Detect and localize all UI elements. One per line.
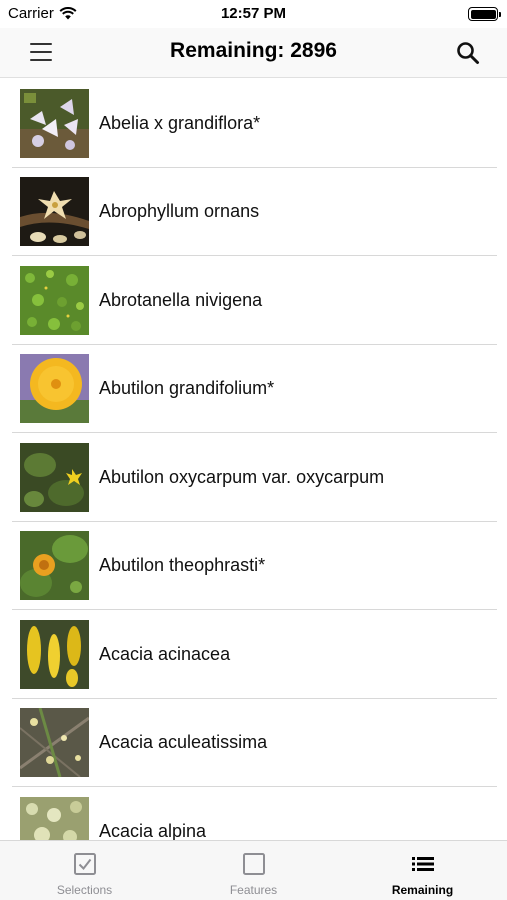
checkbox-empty-icon <box>242 853 265 875</box>
tab-features[interactable]: Features <box>169 841 338 900</box>
plant-thumbnail <box>20 177 89 247</box>
plant-thumbnail <box>20 442 89 512</box>
plant-thumbnail <box>20 619 89 689</box>
plant-thumbnail <box>20 88 89 158</box>
list-item[interactable]: Abrotanella nivigena <box>0 256 507 345</box>
plant-thumbnail <box>20 265 89 335</box>
tab-label: Remaining <box>391 883 454 897</box>
list-item[interactable]: Acacia alpina <box>0 787 507 840</box>
list-item[interactable]: Abelia x grandiflora* <box>0 79 507 168</box>
plant-thumbnail <box>20 531 89 601</box>
list-item-label: Abutilon theophrasti* <box>99 555 266 576</box>
species-list[interactable]: Abelia x grandiflora* Abrophyllum ornans <box>0 79 507 840</box>
search-icon[interactable] <box>455 40 481 66</box>
plant-thumbnail <box>20 354 89 424</box>
list-icon <box>411 857 434 871</box>
status-time: 12:57 PM <box>220 5 287 22</box>
tab-bar: Selections Features Remaining <box>0 840 507 900</box>
list-item-label: Acacia alpina <box>99 820 207 840</box>
status-bar: Carrier 12:57 PM <box>0 0 507 28</box>
list-item-label: Abrophyllum ornans <box>99 201 260 222</box>
navigation-bar: Remaining: 2896 <box>0 28 507 78</box>
tab-label: Features <box>229 883 278 897</box>
list-item-label: Acacia acinacea <box>99 643 231 664</box>
list-item[interactable]: Acacia aculeatissima <box>0 699 507 788</box>
list-item-label: Abelia x grandiflora* <box>99 112 261 133</box>
list-item-label: Abrotanella nivigena <box>99 289 263 310</box>
list-item-label: Acacia aculeatissima <box>99 732 268 753</box>
list-item[interactable]: Abutilon grandifolium* <box>0 345 507 434</box>
list-item[interactable]: Abrophyllum ornans <box>0 168 507 257</box>
list-item-label: Abutilon oxycarpum var. oxycarpum <box>99 466 385 487</box>
list-item-label: Abutilon grandifolium* <box>99 378 275 399</box>
tab-label: Selections <box>56 883 113 897</box>
list-item[interactable]: Acacia acinacea <box>0 610 507 699</box>
plant-thumbnail <box>20 708 89 778</box>
checkbox-checked-icon <box>73 853 96 875</box>
plant-thumbnail <box>20 796 89 840</box>
list-item[interactable]: Abutilon oxycarpum var. oxycarpum <box>0 433 507 522</box>
battery-icon <box>468 7 501 21</box>
tab-selections[interactable]: Selections <box>0 841 169 900</box>
page-title: Remaining: 2896 <box>170 39 337 62</box>
list-item[interactable]: Abutilon theophrasti* <box>0 522 507 611</box>
tab-remaining[interactable]: Remaining <box>338 841 507 900</box>
